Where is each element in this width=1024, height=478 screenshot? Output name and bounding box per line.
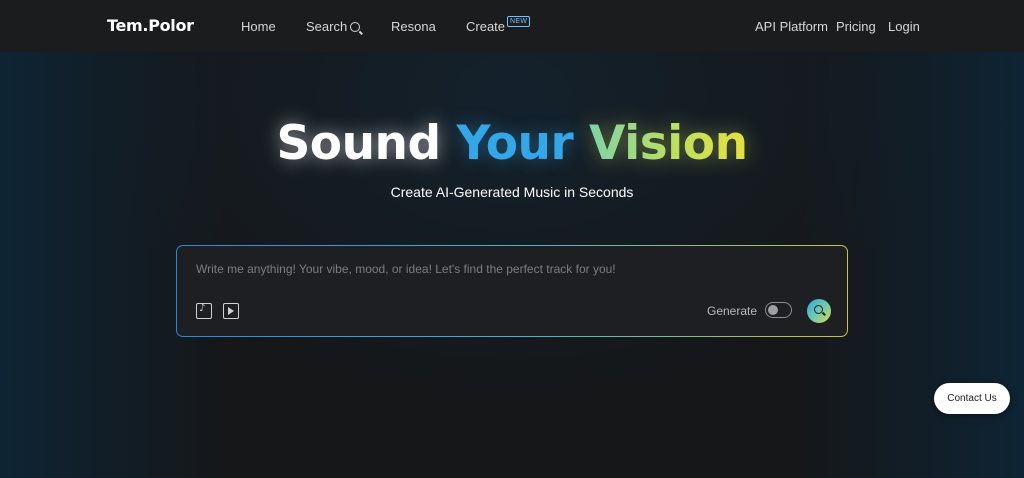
nav-pricing-link[interactable]: Pricing bbox=[836, 19, 876, 34]
hero-subtitle: Create AI-Generated Music in Seconds bbox=[390, 184, 634, 200]
play-video-icon[interactable] bbox=[223, 303, 239, 319]
page: Tem.Polor Home Search Resona Create NEW … bbox=[0, 0, 1024, 478]
nav-search-label: Search bbox=[306, 19, 348, 34]
top-nav: Tem.Polor Home Search Resona Create NEW … bbox=[0, 0, 1024, 52]
nav-resona-link[interactable]: Resona bbox=[391, 19, 436, 34]
generate-toggle[interactable] bbox=[765, 302, 792, 318]
nav-create-link[interactable]: Create bbox=[466, 19, 505, 34]
prompt-box-inner: Generate bbox=[177, 246, 847, 336]
hero-title-word-3: Vision bbox=[589, 116, 748, 171]
music-file-icon[interactable] bbox=[196, 303, 212, 319]
nav-home-link[interactable]: Home bbox=[241, 19, 276, 34]
hero-title-word-2: Your bbox=[456, 116, 574, 171]
logo[interactable]: Tem.Polor bbox=[107, 16, 194, 35]
hero-title: Sound Your Vision bbox=[0, 116, 1024, 171]
search-icon bbox=[814, 305, 823, 314]
submit-search-button[interactable] bbox=[807, 299, 831, 323]
nav-search-link[interactable]: Search bbox=[306, 19, 361, 34]
prompt-input[interactable] bbox=[196, 262, 816, 276]
prompt-box: Generate bbox=[176, 245, 848, 337]
hero-title-word-1: Sound bbox=[276, 116, 441, 171]
new-badge: NEW bbox=[507, 16, 531, 27]
nav-login-link[interactable]: Login bbox=[888, 19, 920, 34]
contact-us-button[interactable]: Contact Us bbox=[934, 383, 1010, 414]
nav-api-platform-link[interactable]: API Platform bbox=[755, 19, 828, 34]
toggle-knob bbox=[768, 304, 778, 315]
generate-label: Generate bbox=[707, 304, 758, 318]
search-icon bbox=[350, 22, 361, 32]
